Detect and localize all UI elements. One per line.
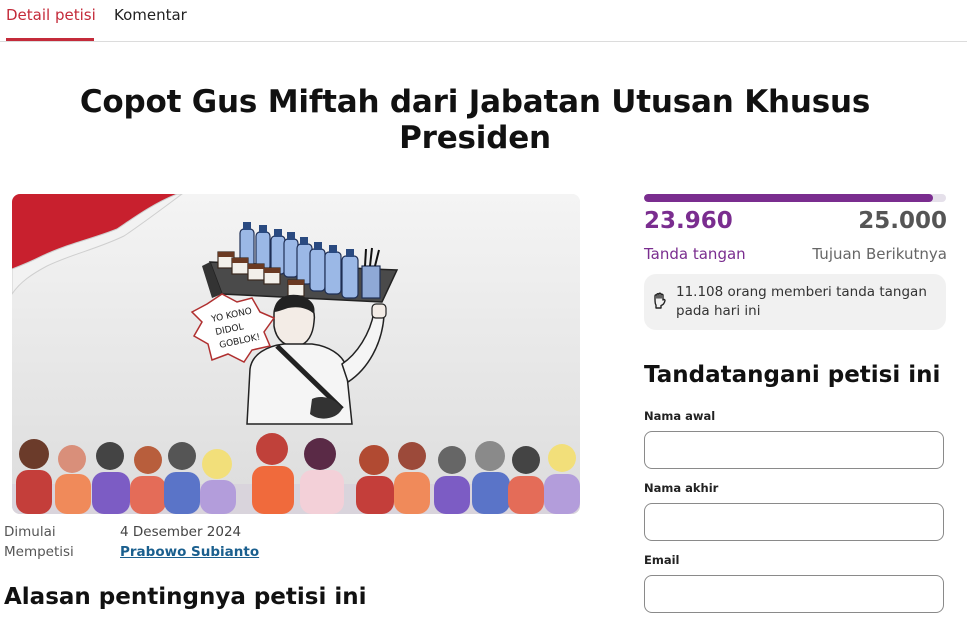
today-signatures-text: 11.108 orang memberi tanda tangan pada h… [676,284,927,319]
last-name-field[interactable] [644,503,944,541]
tab-bar: Detail petisi Komentar [0,0,967,42]
petition-title: Copot Gus Miftah dari Jabatan Utusan Khu… [79,84,871,156]
today-signatures-box: 11.108 orang memberi tanda tangan pada h… [644,274,946,330]
signature-count: 23.960 [644,208,733,234]
active-tab-indicator [6,38,94,41]
petition-image: YO KONO DIDOL GOBLOK! [12,194,580,514]
email-label: Email [644,553,680,567]
signature-progress-fill [644,194,934,202]
reason-heading: Alasan pentingnya petisi ini [4,584,367,610]
tab-detail-petisi[interactable]: Detail petisi [6,6,96,24]
first-name-field[interactable] [644,431,944,469]
last-name-label: Nama akhir [644,481,719,495]
signature-goal-label: Tujuan Berikutnya [812,245,947,263]
signature-goal: 25.000 [858,208,947,234]
tab-komentar[interactable]: Komentar [114,6,187,24]
started-label: Dimulai [4,524,56,540]
started-date: 4 Desember 2024 [120,524,242,540]
first-name-label: Nama awal [644,409,716,423]
signature-count-label: Tanda tangan [644,245,746,263]
signature-progress-bar [644,194,946,202]
email-field[interactable] [644,575,944,613]
petitioning-label: Mempetisi [4,544,74,560]
raised-fist-icon [652,292,668,310]
petition-target-link[interactable]: Prabowo Subianto [120,544,259,560]
sign-form-heading: Tandatangani petisi ini [644,362,941,388]
